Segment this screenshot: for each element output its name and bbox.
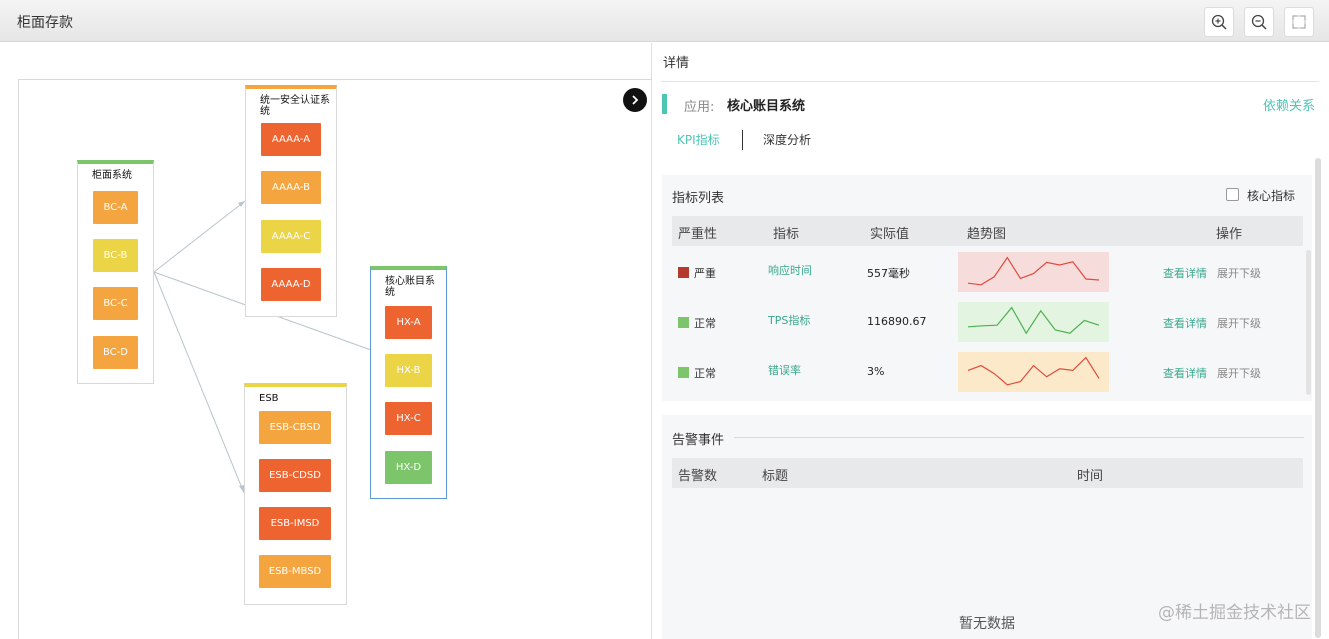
divider: [734, 437, 1304, 438]
view-detail-link[interactable]: 查看详情: [1163, 265, 1207, 281]
chip-bc-a[interactable]: BC-A: [93, 191, 138, 224]
chip-aaaa-d[interactable]: AAAA-D: [261, 268, 321, 301]
tab-analysis[interactable]: 深度分析: [763, 131, 811, 148]
page-title: 柜面存款: [17, 15, 73, 31]
severity-text: 严重: [694, 267, 716, 280]
chip-hx-a[interactable]: HX-A: [385, 306, 432, 339]
chip-esb-imsd[interactable]: ESB-IMSD: [259, 507, 331, 540]
title-bar: 柜面存款: [0, 0, 1329, 42]
divider: [661, 81, 1319, 82]
node-hx[interactable]: 核心账目系统 HX-A HX-B HX-C HX-D: [370, 266, 447, 499]
node-esb-label: ESB: [259, 393, 279, 404]
kpi-scrollbar[interactable]: [1306, 250, 1311, 395]
col-severity: 严重性: [678, 227, 718, 242]
trend-sparkline: [958, 302, 1109, 342]
chip-aaaa-c[interactable]: AAAA-C: [261, 220, 321, 253]
expand-children-link[interactable]: 展开下级: [1217, 265, 1261, 281]
col-alert-title: 标题: [762, 469, 789, 484]
edge-bc-aaaa: [153, 200, 246, 273]
node-bc[interactable]: 柜面系统 BC-A BC-B BC-C BC-D: [77, 160, 154, 384]
severity-text: 正常: [694, 367, 716, 380]
node-aaaa-label: 统一安全认证系统: [260, 95, 330, 117]
detail-pane: 详情 应用: 核心账目系统 依赖关系 KPI指标 深度分析 指标列表 核心指标 …: [653, 43, 1329, 639]
tab-kpi[interactable]: KPI指标: [677, 131, 720, 148]
col-metric: 指标: [773, 227, 800, 242]
kpi-panel: 指标列表 核心指标 严重性 指标 实际值 趋势图 操作 严重 响应时间 557毫…: [662, 175, 1312, 401]
metric-value: 557毫秒: [867, 267, 910, 280]
topology-pane: 柜面系统 BC-A BC-B BC-C BC-D 统一安全认证系统 AAAA-A…: [0, 43, 652, 639]
chip-hx-d[interactable]: HX-D: [385, 451, 432, 484]
detail-title: 详情: [663, 56, 690, 71]
app-label: 应用:: [684, 100, 715, 115]
metric-value: 3%: [867, 365, 885, 378]
watermark: @稀土掘金技术社区: [1158, 603, 1311, 623]
expand-children-link[interactable]: 展开下级: [1217, 315, 1261, 331]
kpi-table-header: 严重性 指标 实际值 趋势图 操作: [672, 216, 1303, 246]
zoom-out-icon: [1251, 14, 1267, 30]
view-detail-link[interactable]: 查看详情: [1163, 365, 1207, 381]
table-row: 正常 错误率 3% 查看详情 展开下级: [672, 347, 1295, 397]
core-metric-checkbox[interactable]: [1226, 188, 1239, 201]
core-metric-label: 核心指标: [1247, 189, 1296, 203]
app-name: 核心账目系统: [727, 99, 806, 114]
metric-link[interactable]: 响应时间: [768, 262, 812, 278]
severity-critical-icon: [678, 267, 689, 278]
chevron-right-icon: [632, 95, 639, 105]
metric-link[interactable]: TPS指标: [768, 312, 810, 328]
collapse-panel-button[interactable]: [623, 88, 647, 112]
app-accent-bar: [662, 94, 667, 114]
node-hx-label: 核心账目系统: [385, 276, 435, 298]
alert-title: 告警事件: [672, 433, 725, 448]
metric-link[interactable]: 错误率: [768, 362, 801, 378]
trend-sparkline: [958, 252, 1109, 292]
alert-table-header: 告警数 标题 时间: [672, 458, 1303, 488]
zoom-in-button[interactable]: [1204, 7, 1234, 37]
chip-bc-b[interactable]: BC-B: [93, 239, 138, 272]
node-esb[interactable]: ESB ESB-CBSD ESB-CDSD ESB-IMSD ESB-MBSD: [244, 383, 347, 605]
zoom-in-icon: [1211, 14, 1227, 30]
col-action: 操作: [1216, 227, 1243, 242]
detail-scrollbar[interactable]: [1315, 158, 1321, 638]
fit-screen-icon: [1292, 15, 1306, 29]
col-alert-count: 告警数: [678, 469, 718, 484]
chip-esb-cdsd[interactable]: ESB-CDSD: [259, 459, 331, 492]
zoom-out-button[interactable]: [1244, 7, 1274, 37]
trend-sparkline: [958, 352, 1109, 392]
edge-bc-esb: [153, 271, 245, 494]
chip-esb-mbsd[interactable]: ESB-MBSD: [259, 555, 331, 588]
chip-aaaa-b[interactable]: AAAA-B: [261, 171, 321, 204]
table-row: 严重 响应时间 557毫秒 查看详情 展开下级: [672, 247, 1295, 297]
col-trend: 趋势图: [967, 227, 1007, 242]
severity-normal-icon: [678, 367, 689, 378]
sparkline-background: [958, 252, 1109, 292]
dependency-link[interactable]: 依赖关系: [1263, 95, 1315, 114]
fit-screen-button[interactable]: [1284, 7, 1314, 37]
col-value: 实际值: [870, 227, 910, 242]
kpi-title: 指标列表: [672, 191, 725, 206]
node-aaaa[interactable]: 统一安全认证系统 AAAA-A AAAA-B AAAA-C AAAA-D: [245, 85, 337, 317]
chip-hx-c[interactable]: HX-C: [385, 402, 432, 435]
table-row: 正常 TPS指标 116890.67 查看详情 展开下级: [672, 297, 1295, 347]
node-bc-label: 柜面系统: [92, 170, 132, 181]
col-alert-time: 时间: [1077, 469, 1104, 484]
severity-normal-icon: [678, 317, 689, 328]
chip-esb-cbsd[interactable]: ESB-CBSD: [259, 411, 331, 444]
chip-bc-d[interactable]: BC-D: [93, 336, 138, 369]
chip-hx-b[interactable]: HX-B: [385, 354, 432, 387]
chip-bc-c[interactable]: BC-C: [93, 287, 138, 320]
view-detail-link[interactable]: 查看详情: [1163, 315, 1207, 331]
metric-value: 116890.67: [867, 315, 927, 328]
expand-children-link[interactable]: 展开下级: [1217, 365, 1261, 381]
severity-text: 正常: [694, 317, 716, 330]
tab-divider: [742, 130, 743, 150]
chip-aaaa-a[interactable]: AAAA-A: [261, 123, 321, 156]
